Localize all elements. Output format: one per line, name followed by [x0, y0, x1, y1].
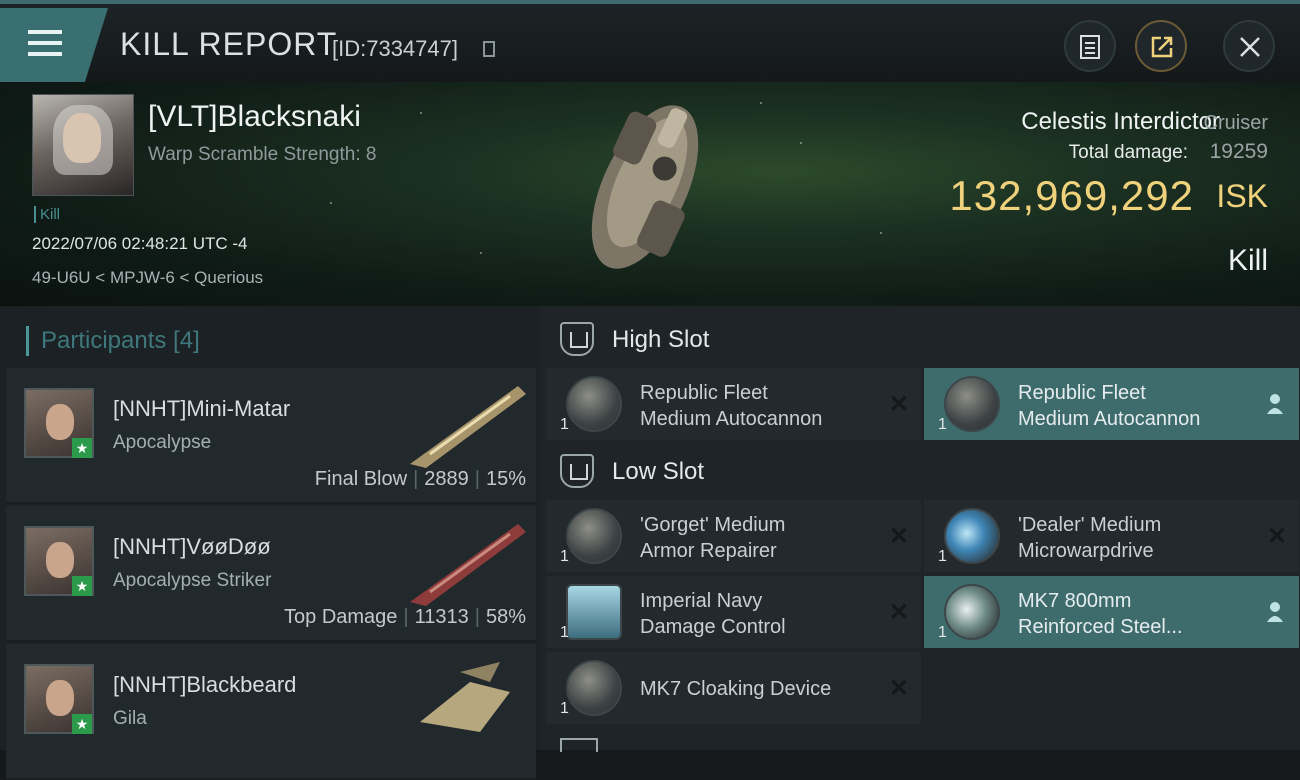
participant-name: [NNHT]Mini-Matar — [113, 396, 291, 421]
person-icon — [1267, 602, 1283, 622]
copy-icon[interactable] — [483, 41, 495, 57]
share-icon — [1151, 36, 1173, 58]
autocannon-icon — [944, 376, 1000, 432]
high-slot-icon — [560, 322, 594, 356]
victim-ship-class: Cruiser — [1203, 112, 1268, 134]
victim-name[interactable]: [VLT]Blacksnaki — [148, 100, 361, 134]
hamburger-icon — [28, 30, 62, 34]
participants-panel: Participants [4] ★ [NNHT]Mini-Matar Apoc… — [0, 306, 540, 780]
participants-title: Participants [4] — [26, 326, 200, 356]
participant-ship: Apocalypse Striker — [113, 570, 272, 591]
participant-card[interactable]: ★ [NNHT]Blackbeard Gila — [6, 644, 536, 780]
person-icon — [1267, 394, 1283, 414]
victim-panel: [VLT]Blacksnaki Warp Scramble Strength: … — [0, 82, 1300, 306]
destroyed-icon — [889, 598, 909, 627]
participant-ship: Gila — [113, 708, 147, 729]
participant-card[interactable]: ★ [NNHT]Mini-Matar Apocalypse Final Blow… — [6, 368, 536, 504]
microwarpdrive-icon — [944, 508, 1000, 564]
participant-ship-image — [410, 386, 526, 468]
cloaking-device-icon — [566, 660, 622, 716]
close-icon — [1240, 37, 1260, 57]
armor-repairer-icon — [566, 508, 622, 564]
isk-value: 132,969,292 — [949, 172, 1194, 219]
participant-ship-image — [420, 662, 510, 732]
clipboard-icon — [1080, 35, 1100, 59]
fitting-panel: High Slot 1 Republic Fleet Medium Autocan… — [540, 306, 1300, 752]
header-bar: KILL REPORT [ID:7334747] — [0, 0, 1300, 84]
destroyed-icon — [889, 674, 909, 703]
isk-unit: ISK — [1216, 178, 1268, 214]
participant-ship: Apocalypse — [113, 432, 212, 453]
participant-name: [NNHT]Blackbeard — [113, 672, 297, 697]
victim-ship-name[interactable]: Celestis Interdictor — [1021, 108, 1220, 136]
clipboard-button[interactable] — [1064, 20, 1116, 72]
kill-result: Kill — [1227, 244, 1268, 277]
low-slot-icon — [560, 454, 594, 488]
armor-plate-icon — [944, 584, 1000, 640]
participant-name: [NNHT]VøøDøø — [113, 534, 271, 559]
module-item[interactable]: 1 'Dealer' Medium Microwarpdrive — [924, 500, 1299, 572]
kill-tag: Kill — [34, 206, 60, 223]
module-item[interactable]: 1 Republic Fleet Medium Autocannon — [924, 368, 1299, 440]
report-id: [ID:7334747] — [332, 36, 458, 61]
kill-location: 49-U6U < MPJW-6 < Querious — [32, 268, 264, 287]
low-slot-label: Low Slot — [612, 458, 705, 485]
share-button[interactable] — [1135, 20, 1187, 72]
participant-ship-image — [410, 524, 526, 606]
destroyed-icon — [889, 522, 909, 551]
victim-avatar[interactable] — [32, 94, 134, 196]
module-item[interactable]: 1 MK7 800mm Reinforced Steel... — [924, 576, 1299, 648]
module-item[interactable]: 1 MK7 Cloaking Device — [546, 652, 921, 724]
menu-button[interactable] — [0, 8, 108, 84]
destroyed-icon — [1267, 522, 1287, 551]
warp-scramble-strength: Warp Scramble Strength: 8 — [148, 144, 377, 165]
close-button[interactable] — [1223, 20, 1275, 72]
star-icon: ★ — [72, 714, 92, 734]
participant-card[interactable]: ★ [NNHT]VøøDøø Apocalypse Striker Top Da… — [6, 506, 536, 642]
kill-datetime: 2022/07/06 02:48:21 UTC -4 — [32, 234, 248, 253]
total-damage-value: 19259 — [1209, 140, 1268, 163]
victim-ship-image — [591, 105, 699, 269]
high-slot-label: High Slot — [612, 326, 710, 353]
module-item[interactable]: 1 Imperial Navy Damage Control — [546, 576, 921, 648]
star-icon: ★ — [72, 438, 92, 458]
page-title: KILL REPORT — [120, 26, 338, 62]
star-icon: ★ — [72, 576, 92, 596]
total-damage-label: Total damage: — [1068, 142, 1188, 163]
module-item[interactable]: 1 'Gorget' Medium Armor Repairer — [546, 500, 921, 572]
autocannon-icon — [566, 376, 622, 432]
damage-control-icon — [566, 584, 622, 640]
module-item[interactable]: 1 Republic Fleet Medium Autocannon — [546, 368, 921, 440]
destroyed-icon — [889, 390, 909, 419]
